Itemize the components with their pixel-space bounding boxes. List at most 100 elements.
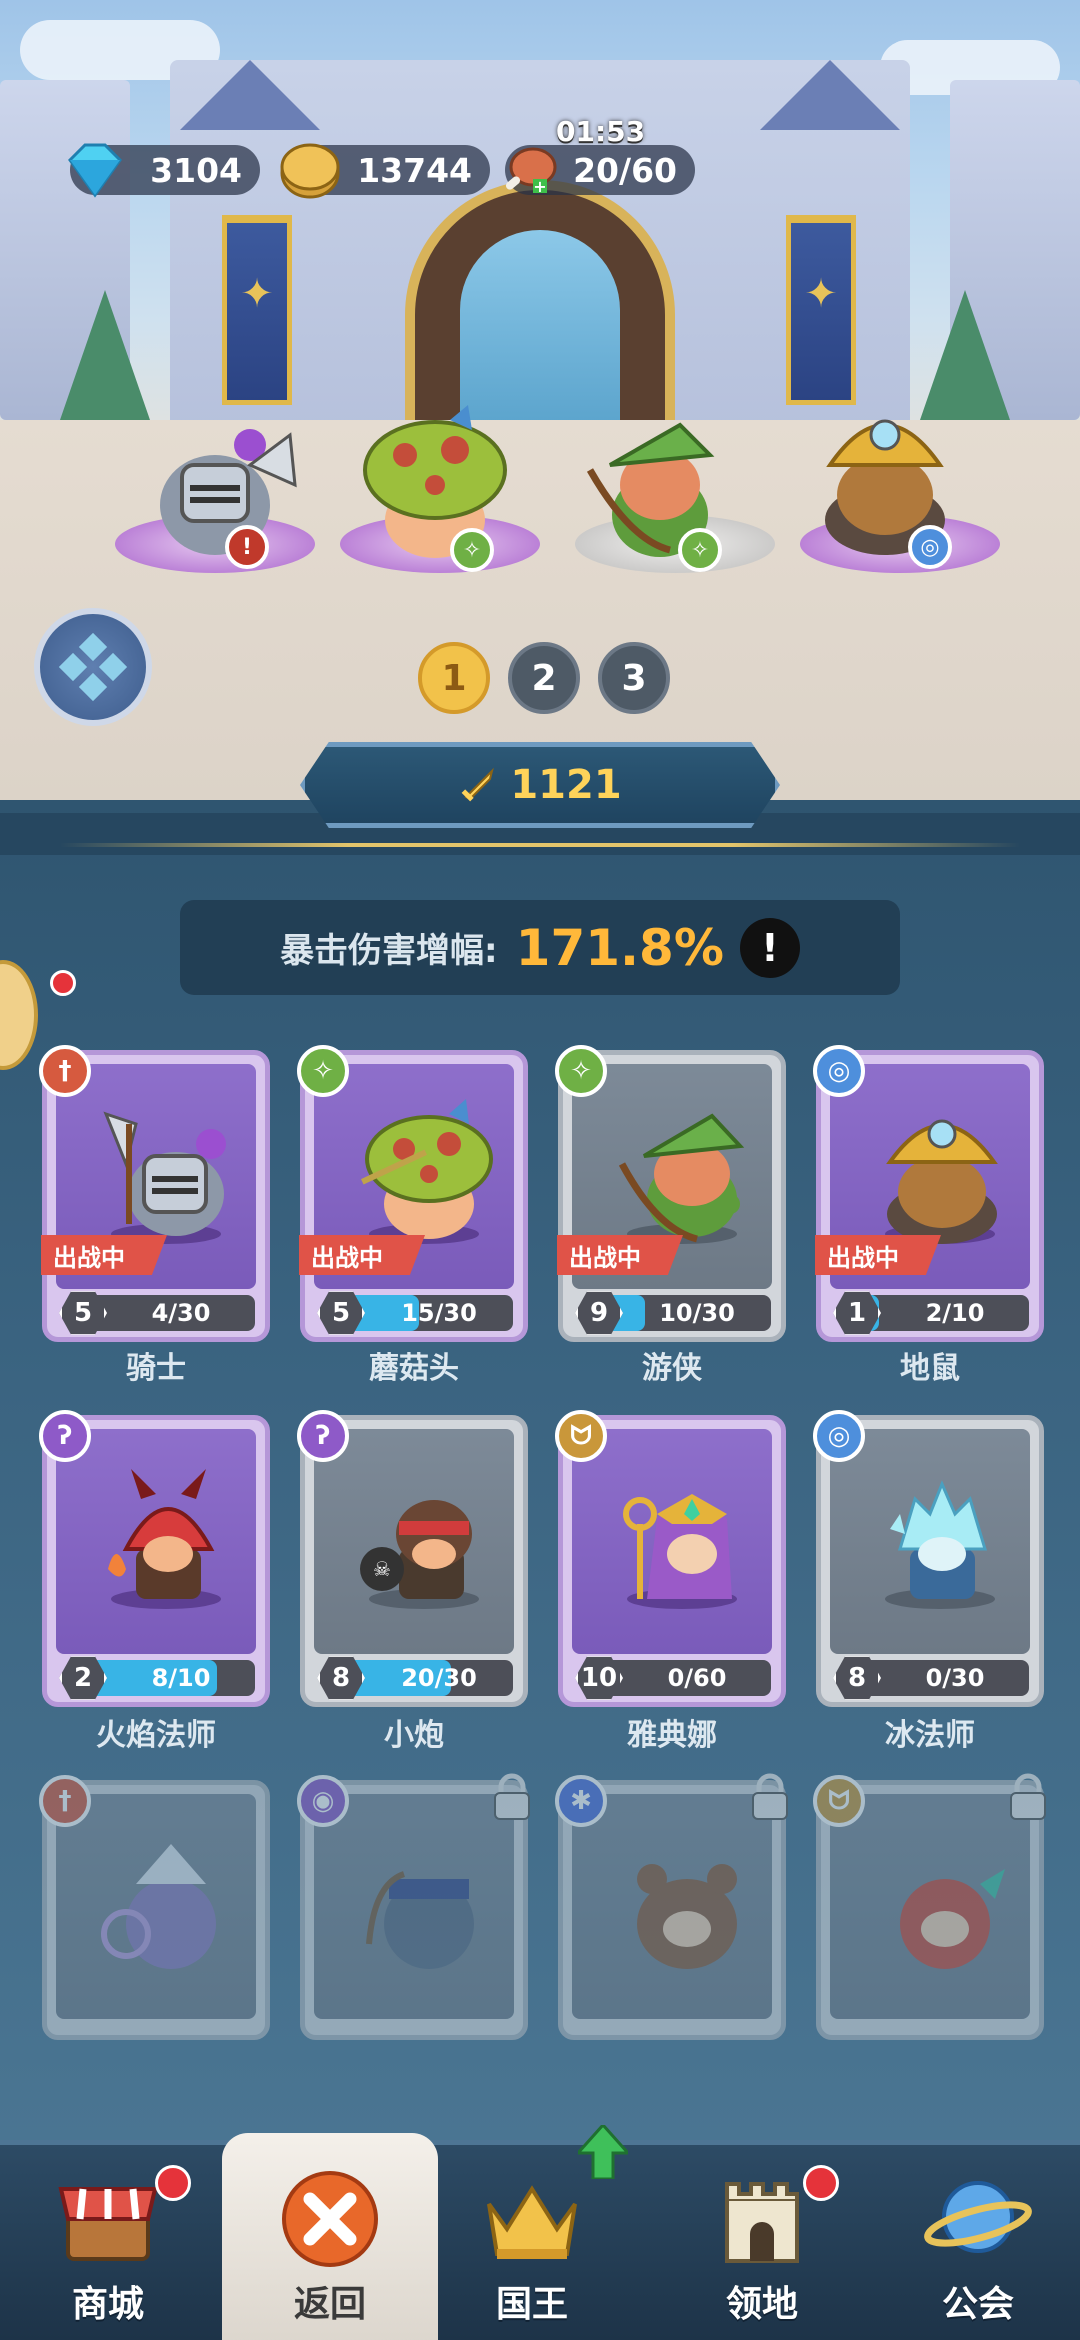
stat-value: 171.8% [515, 918, 724, 977]
hero-shards: 0/30 [925, 1664, 985, 1692]
notification-dot [803, 2165, 839, 2201]
diamond-icon [68, 143, 122, 198]
hero-level: 10 [575, 1656, 623, 1700]
nav-label: 公会 [941, 2284, 1014, 2325]
deployed-tag: 出战中 [557, 1235, 683, 1275]
deployed-tag: 出战中 [299, 1235, 425, 1275]
field-hero-mole[interactable]: ◎ [800, 395, 970, 569]
hero-card-athena[interactable]: ᗢ 10 0/60 [555, 1410, 786, 1707]
hero-card-knight[interactable]: † 出战中 5 4/30 [39, 1045, 270, 1342]
hero-shards: 4/30 [151, 1299, 211, 1327]
nav-guild[interactable]: 公会 [870, 2145, 1080, 2340]
hero-name: 雅典娜 [627, 1718, 717, 1753]
hero-shards: 8/10 [151, 1664, 211, 1692]
team-tab-2[interactable]: 2 [508, 642, 580, 714]
wings-type-icon: ᗢ [813, 1775, 865, 1827]
deployed-tag: 出战中 [41, 1235, 167, 1275]
hero-shards: 10/30 [659, 1299, 735, 1327]
wings-type-icon: ᗢ [555, 1410, 607, 1462]
swirl-type-icon: ✧ [297, 1045, 349, 1097]
gold-value: 13744 [357, 150, 472, 190]
planet-icon [924, 2181, 1032, 2253]
svg-text:☠: ☠ [373, 1557, 391, 1581]
nav-back[interactable]: 返回 [222, 2133, 438, 2340]
ice-mage-portrait [885, 1480, 995, 1609]
hero-level: 5 [59, 1291, 107, 1335]
hero-progress: 1 2/10 [833, 1291, 1029, 1335]
hero-card-mole[interactable]: ◎ 出战中 1 2/10 [813, 1045, 1044, 1342]
cannon-portrait: ☠ [360, 1500, 479, 1609]
hero-card-ranger[interactable]: ✧ 出战中 9 10/30 [555, 1045, 786, 1342]
svg-text:+: + [533, 177, 546, 196]
swirl-type-icon: ✧ [555, 1045, 607, 1097]
shop-icon [58, 2187, 158, 2261]
meat-icon: + [505, 147, 557, 196]
stat-label: 暴击伤害增幅: [280, 931, 498, 971]
team-tab-3[interactable]: 3 [598, 642, 670, 714]
hero-progress: 8 0/30 [833, 1656, 1029, 1700]
gem-counter[interactable]: 3104 [68, 143, 260, 198]
formation-icon [58, 632, 128, 702]
mole-portrait [885, 1119, 998, 1244]
close-icon [282, 2171, 378, 2267]
gold-counter[interactable]: 13744 [280, 143, 490, 199]
crown-icon [487, 2185, 577, 2259]
crit-damage-stat: 暴击伤害增幅: 171.8% ! [180, 900, 900, 995]
knight-portrait [103, 1111, 226, 1244]
hero-shards: 0/60 [667, 1664, 727, 1692]
paw-type-icon: ✱ [555, 1775, 607, 1827]
upgrade-arrow-icon [578, 2125, 628, 2179]
info-button[interactable]: ! [739, 917, 800, 978]
nav-territory[interactable]: 领地 [654, 2145, 870, 2340]
energy-value: 20/60 [573, 150, 677, 190]
energy-timer: 01:53 [556, 115, 646, 148]
hero-name: 冰法师 [885, 1718, 975, 1753]
team-power-value: 1121 [510, 762, 622, 808]
notification-dot [50, 970, 76, 996]
hero-card-fire-mage[interactable]: ʔ 2 8/10 [39, 1410, 270, 1707]
hero-card-mushroom[interactable]: ✧ 出战中 5 15/30 [297, 1045, 528, 1342]
notification-dot [155, 2165, 191, 2201]
fire-mage-portrait [108, 1469, 221, 1609]
eye-type-icon: ◉ [297, 1775, 349, 1827]
locked-hero-card[interactable]: ◉ [297, 1773, 530, 2040]
lock-icon [752, 1773, 788, 1820]
hero-shards: 15/30 [401, 1299, 477, 1327]
staff-type-icon: ʔ [39, 1410, 91, 1462]
sword-type-icon: † [39, 1045, 91, 1097]
gold-coin-icon [280, 143, 340, 199]
nav-label: 商城 [71, 2284, 144, 2325]
locked-hero-portrait [637, 1864, 737, 1969]
hero-card-ice-mage[interactable]: ◎ 8 0/30 [813, 1410, 1044, 1707]
field-hero-mushroom[interactable]: ✧ [350, 400, 520, 572]
hero-shards: 20/30 [401, 1664, 477, 1692]
nav-label: 领地 [725, 2284, 798, 2325]
hero-progress: 5 4/30 [59, 1291, 255, 1335]
athena-portrait [623, 1494, 737, 1609]
hero-name: 游侠 [642, 1351, 702, 1386]
hero-name: 骑士 [126, 1351, 186, 1386]
castle-icon [725, 2182, 799, 2263]
locked-hero-card[interactable]: † [39, 1775, 270, 2040]
hero-progress: 5 15/30 [317, 1291, 513, 1335]
locked-hero-portrait [101, 1844, 216, 1969]
hero-progress: 8 20/30 [317, 1656, 513, 1700]
team-tab-1[interactable]: 1 [418, 642, 490, 714]
bottom-nav: 商城 返回 国王 领地 公会 [0, 2125, 1080, 2340]
lock-icon [1010, 1773, 1046, 1820]
hero-card-cannon[interactable]: ☠ ʔ 8 20/30 [297, 1410, 528, 1707]
lock-icon [494, 1773, 530, 1820]
formation-button[interactable] [34, 608, 152, 726]
mushroom-portrait [361, 1099, 493, 1244]
sword-icon [461, 767, 495, 802]
spiral-type-icon: ◎ [813, 1410, 865, 1462]
locked-hero-card[interactable]: ᗢ [813, 1773, 1046, 2040]
field-hero-knight[interactable]: ! [130, 395, 300, 569]
locked-hero-card[interactable]: ✱ [555, 1773, 788, 2040]
locked-hero-portrait [900, 1869, 1005, 1969]
hero-progress: 9 10/30 [575, 1291, 771, 1335]
energy-counter[interactable]: + 20/60 [505, 145, 695, 196]
battle-scene: ! ✧ ✧ ◎ 3104 [0, 0, 1080, 800]
field-hero-ranger[interactable]: ✧ [570, 400, 740, 572]
hero-name: 蘑菇头 [369, 1351, 459, 1386]
